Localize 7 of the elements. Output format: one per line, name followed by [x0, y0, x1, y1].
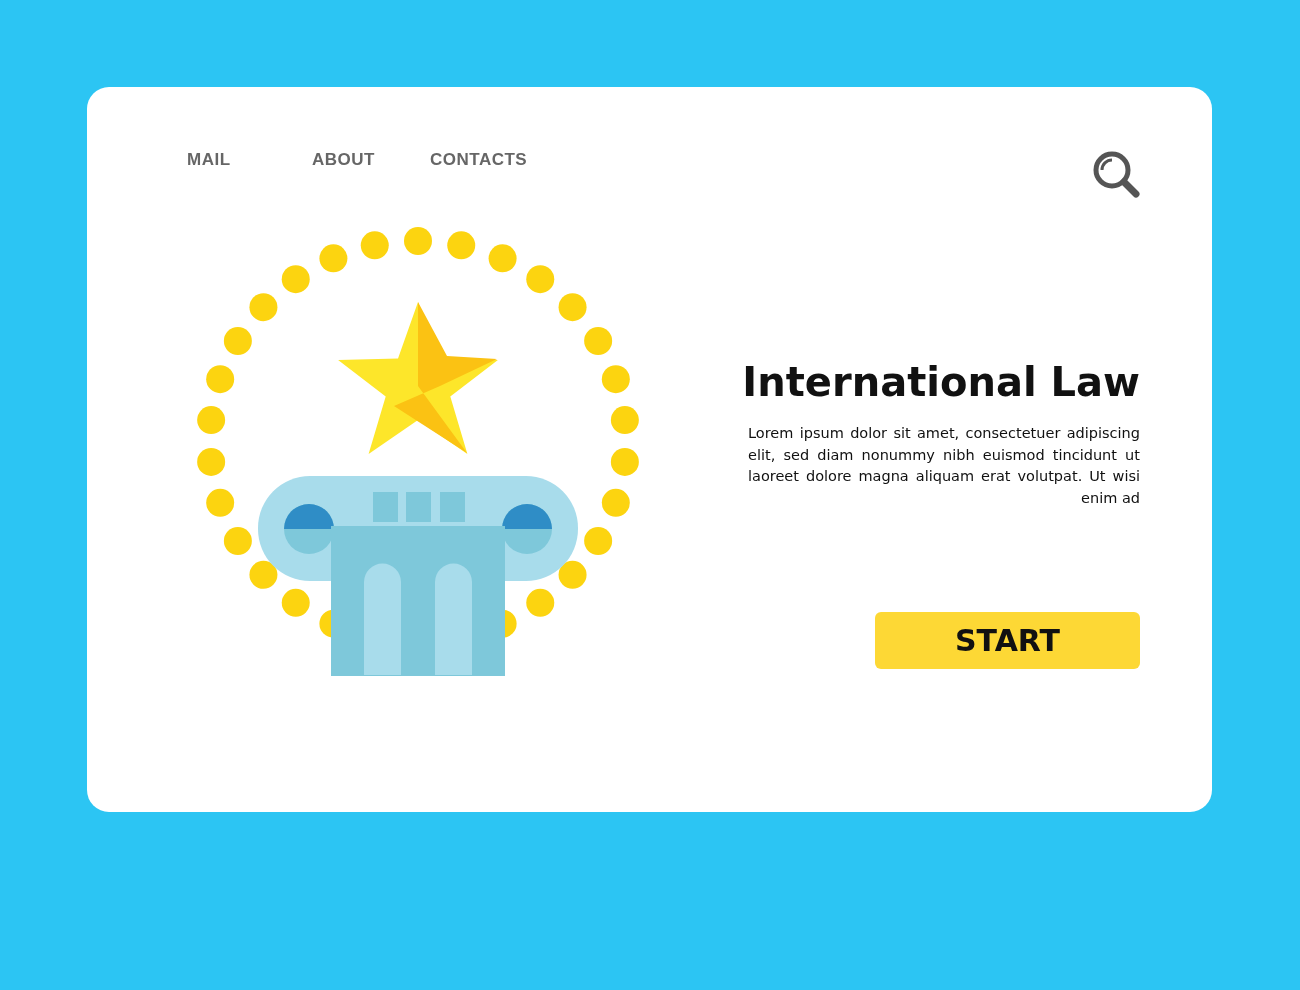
start-button[interactable]: START — [875, 612, 1140, 669]
nav-link[interactable]: CONTACTS — [430, 150, 528, 170]
nav-link[interactable]: ABOUT — [312, 150, 430, 170]
hero-title: International Law — [742, 359, 1140, 405]
hero-paragraph: Lorem ipsum dolor sit amet, consectetuer adipiscing elit, sed diam nonummy nibh euismod tincidunt ut laoreet dolore magna aliquam erat volutpat. Ut wisi enim ad — [748, 424, 1140, 508]
search-icon[interactable] — [1092, 150, 1140, 198]
nav-link[interactable]: MAIL — [187, 150, 312, 170]
